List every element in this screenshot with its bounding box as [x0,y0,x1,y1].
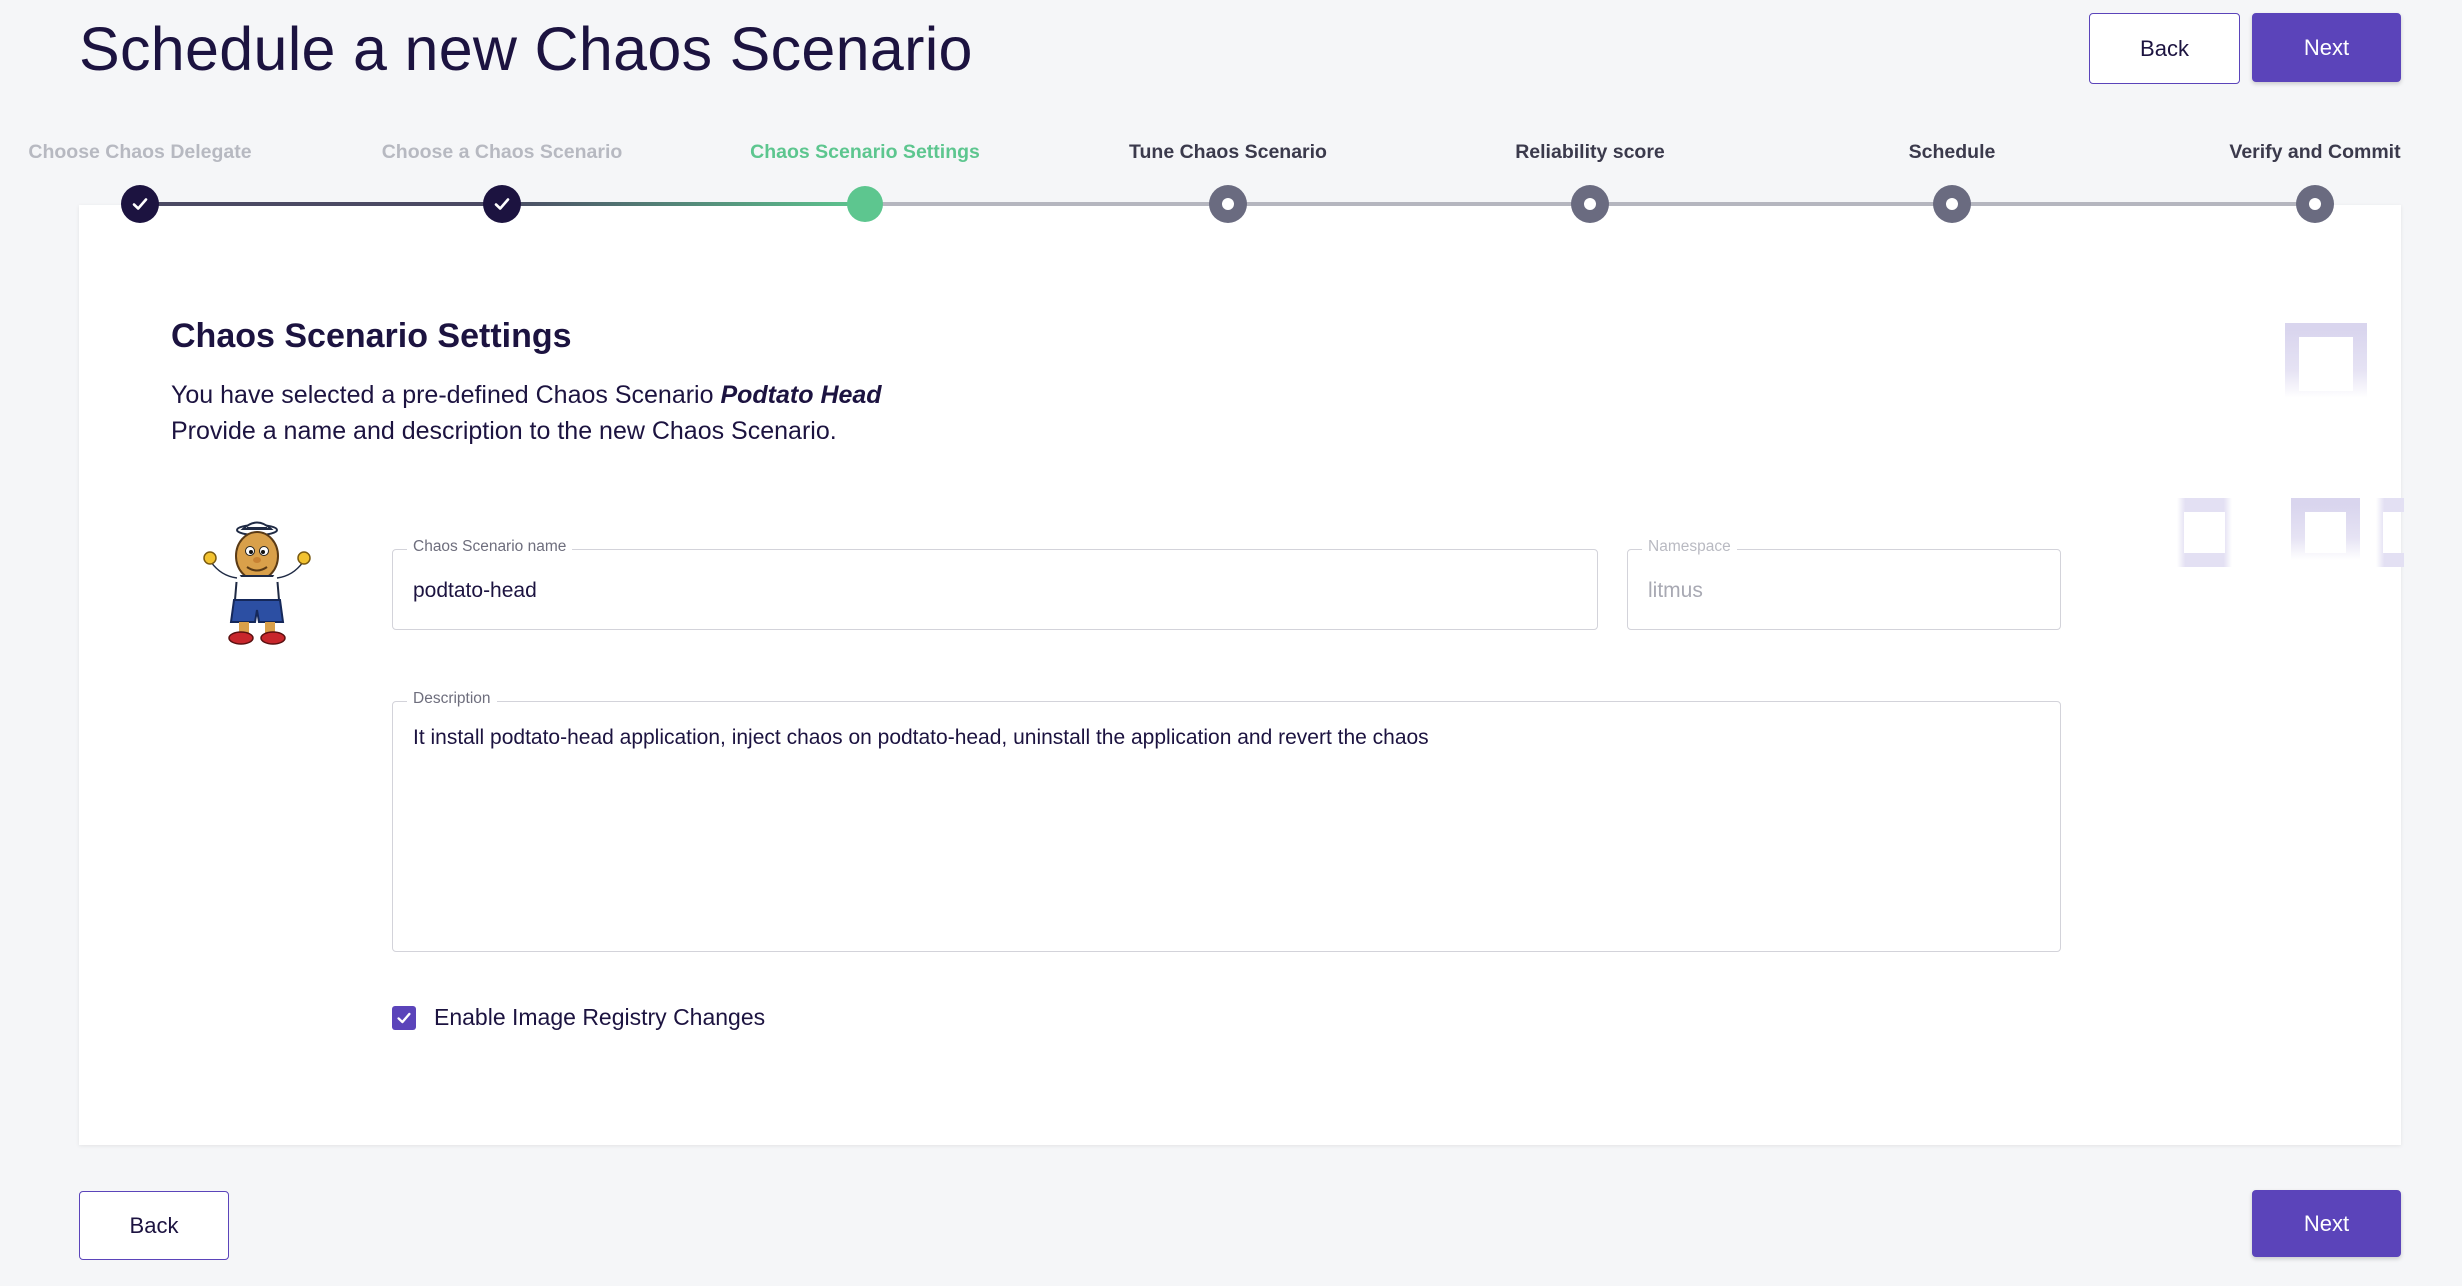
step-label-verify-and-commit: Verify and Commit [2229,141,2401,163]
chaos-scenario-name-field[interactable]: Chaos Scenario name podtato-head [392,538,1598,630]
back-button-top[interactable]: Back [2089,13,2240,84]
next-button-top[interactable]: Next [2252,13,2401,82]
description-value[interactable]: It install podtato-head application, inj… [413,726,1429,750]
schedule-chaos-scenario-page: Schedule a new Chaos Scenario Back Next … [0,0,2462,1286]
next-button-bottom[interactable]: Next [2252,1190,2401,1257]
intro-line-2: Provide a name and description to the ne… [171,417,837,445]
step-dot-done [121,185,159,223]
namespace-value: litmus [1648,579,1703,602]
step-label-tune-chaos-scenario: Tune Chaos Scenario [1129,141,1327,163]
scenario-name: Podtato Head [720,381,882,409]
step-dot-pending [1209,185,1247,223]
intro-text: You have selected a pre-defined Chaos Sc… [171,377,882,449]
step-connector [502,202,865,206]
step-label-chaos-scenario-settings: Chaos Scenario Settings [750,141,980,163]
chaos-scenario-name-label: Chaos Scenario name [407,538,573,556]
intro-prefix: You have selected a pre-defined Chaos Sc… [171,381,721,409]
workflow-illustration [2170,323,2404,567]
step-dot-pending [1933,185,1971,223]
description-label: Description [407,690,497,708]
step-label-choose-chaos-delegate: Choose Chaos Delegate [28,141,252,163]
step-label-choose-chaos-scenario: Choose a Chaos Scenario [381,141,623,163]
namespace-field: Namespace litmus [1627,538,2061,630]
back-button-bottom[interactable]: Back [79,1191,229,1260]
step-dot-active [847,186,883,222]
step-label-schedule: Schedule [1908,141,1996,163]
namespace-label: Namespace [1642,538,1737,556]
step-dot-pending [1571,185,1609,223]
image-registry-checkbox[interactable] [392,1005,416,1030]
page-title: Schedule a new Chaos Scenario [79,15,973,83]
section-title: Chaos Scenario Settings [171,317,572,355]
step-dot-pending [2296,185,2334,223]
image-registry-option[interactable]: Enable Image Registry Changes [392,1004,765,1031]
step-label-reliability-score: Reliability score [1515,141,1665,163]
check-icon [397,1012,411,1023]
step-connector [140,202,502,206]
podtato-head-mascot [203,521,311,645]
check-icon [132,198,148,210]
image-registry-checkbox-label[interactable]: Enable Image Registry Changes [434,1004,765,1031]
check-icon [494,198,510,210]
settings-card: Chaos Scenario Settings You have selecte… [79,205,2404,1145]
step-dot-done [483,185,521,223]
description-field[interactable]: Description It install podtato-head appl… [392,690,2061,952]
chaos-scenario-name-value[interactable]: podtato-head [413,579,537,603]
intro-line-1: You have selected a pre-defined Chaos Sc… [171,377,882,413]
